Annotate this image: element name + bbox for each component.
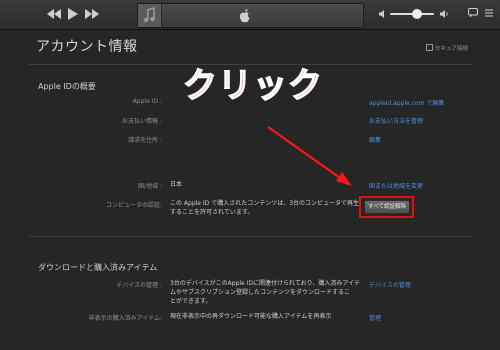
devices-text-line2: ムやサブスクリプション登録したコンテンツをダウンロードするこ xyxy=(170,289,351,296)
hidden-purchases-text: 現在非表示中の再ダウンロード可能な購入アイテムを再表示 xyxy=(170,313,332,320)
manage-hidden-link[interactable]: 管理 xyxy=(369,313,381,322)
hidden-purchases-label: 非表示の購入済みアイテム: xyxy=(88,315,162,322)
annotation-arrow xyxy=(267,126,352,186)
devices-text-line1: 3台のデバイスがこのApple IDに関連付けられており、購入済みアイテ xyxy=(170,280,360,287)
manage-devices-link[interactable]: デバイスの管理 xyxy=(369,280,411,289)
manage-devices-label: デバイスの管理 : xyxy=(116,282,162,289)
downloads-section-heading: ダウンロードと購入済みアイテム xyxy=(38,263,158,272)
divider xyxy=(28,236,472,237)
devices-text-line3: とができます。 xyxy=(170,298,212,305)
